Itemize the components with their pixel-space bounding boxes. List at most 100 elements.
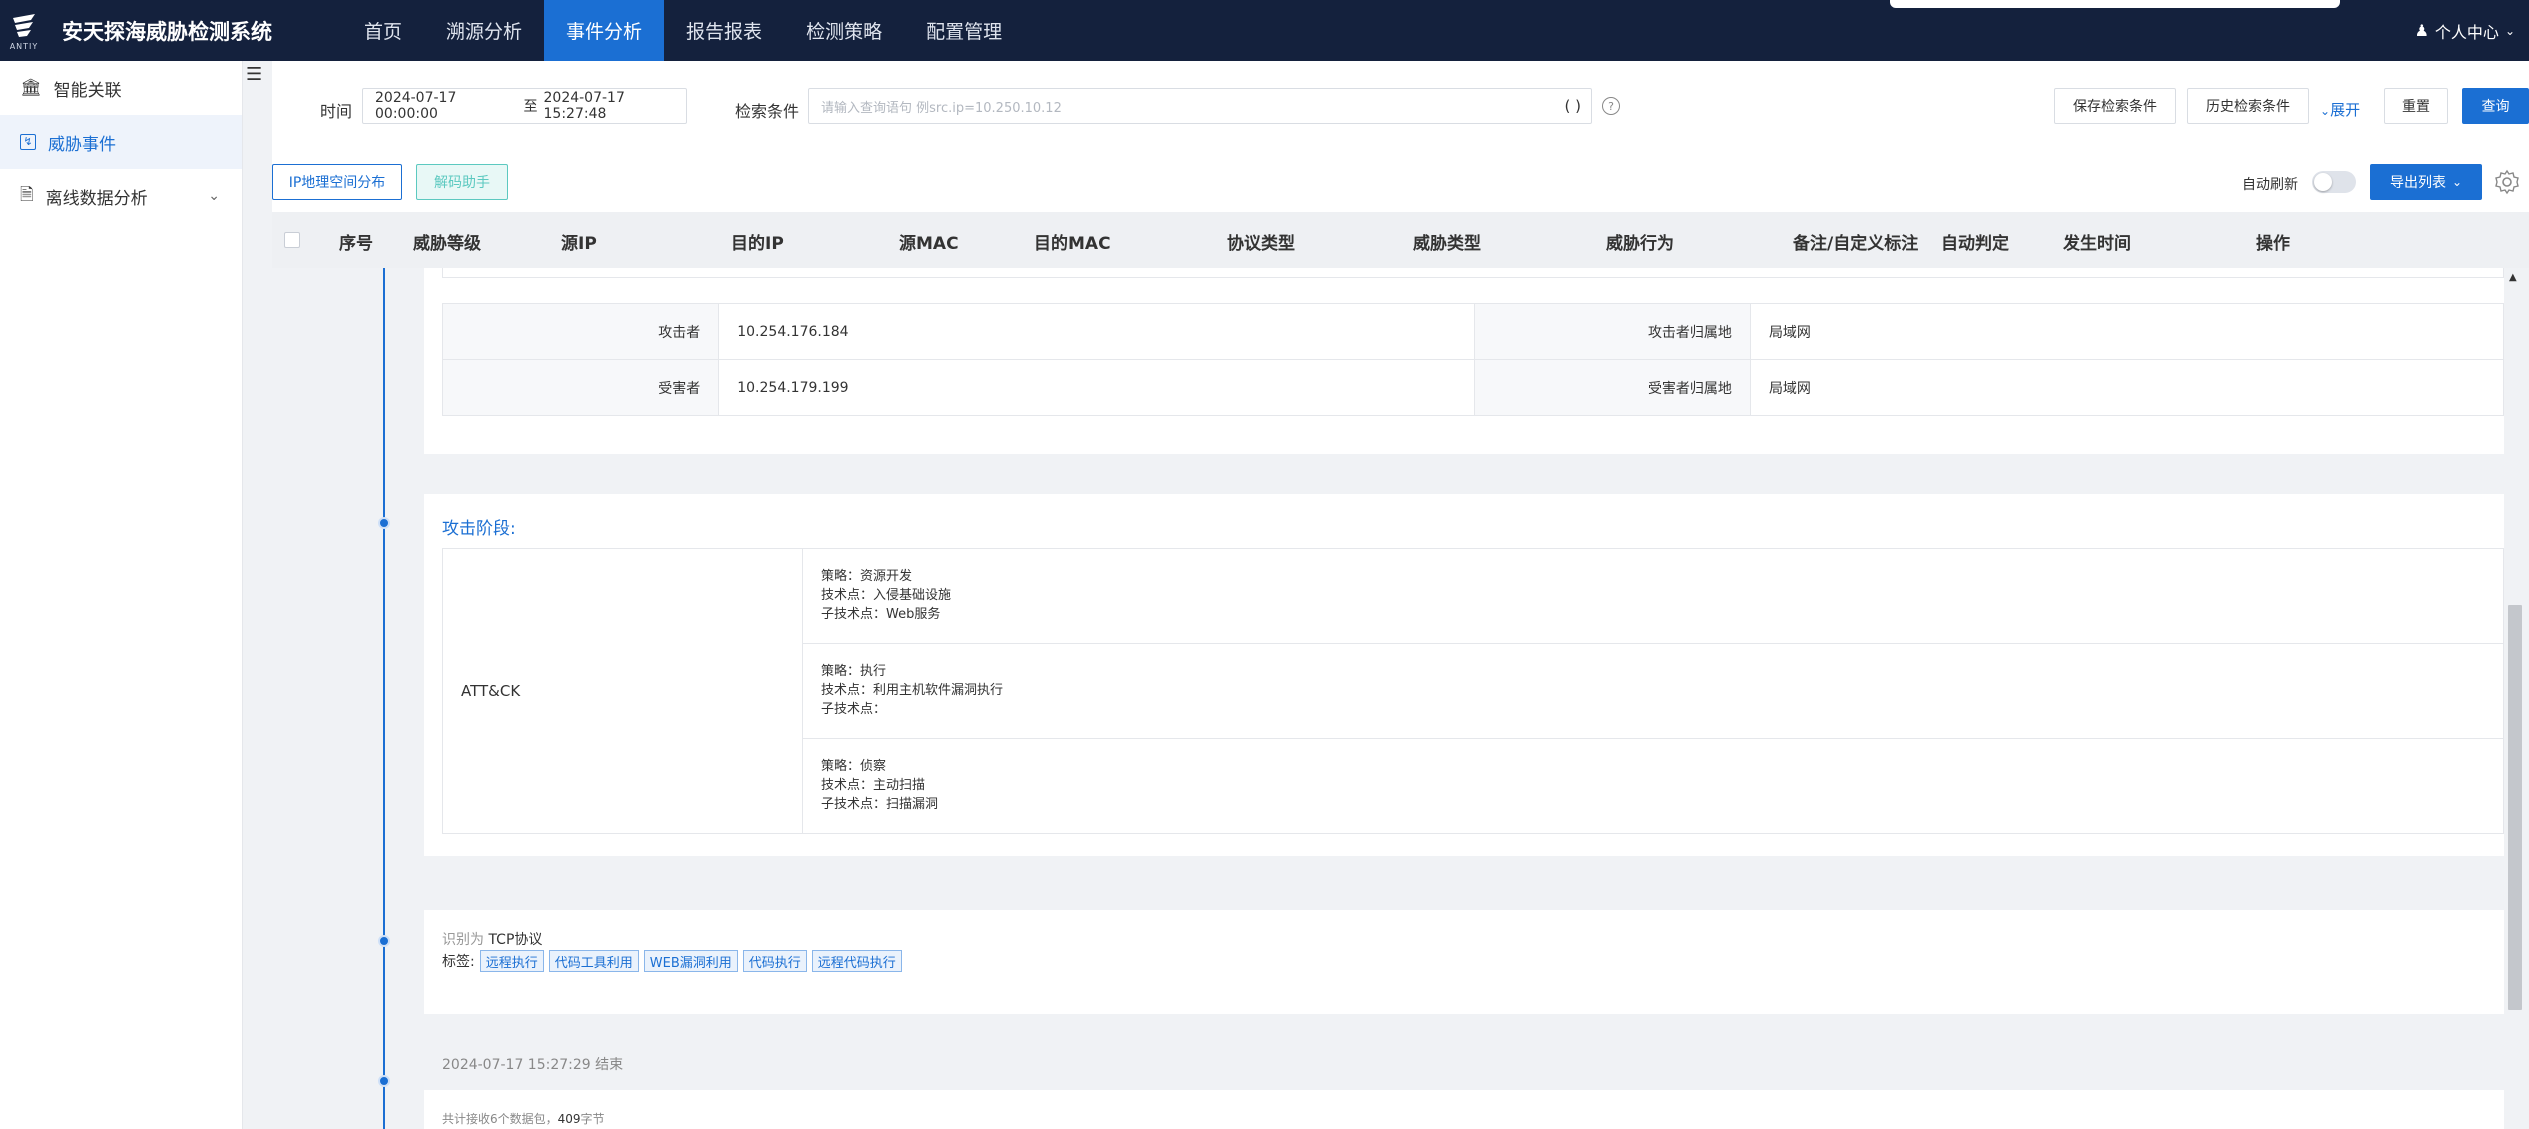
user-center-label: 个人中心 — [2434, 22, 2499, 42]
col-protocol[interactable]: 协议类型 — [1227, 229, 1295, 254]
col-threat-type[interactable]: 威胁类型 — [1413, 229, 1481, 254]
tag: 远程执行 — [479, 950, 544, 972]
table-row: 攻击者 10.254.176.184 攻击者归属地 局域网 — [441, 303, 2505, 360]
attack-stage-title: 攻击阶段: — [442, 519, 516, 539]
packet-summary: 共计接收6个数据包，409字节 — [442, 1110, 605, 1127]
timeline-dot — [378, 935, 390, 947]
scroll-up-icon[interactable]: ▲ — [2509, 272, 2517, 283]
time-range-picker[interactable]: 2024-07-17 00:00:00 至 2024-07-17 15:27:4… — [362, 88, 687, 124]
attck-subtechnique: 子技术点： — [821, 702, 887, 717]
chevron-down-icon: ⌄ — [2504, 23, 2515, 38]
attck-strategy: 策略：执行 — [821, 664, 887, 679]
attck-label: ATT&CK — [443, 549, 803, 833]
sidebar: 🏛 智能关联 ↯ 威胁事件 🗎 离线数据分析 ⌄ — [0, 61, 243, 1129]
nav-home[interactable]: 首页 — [342, 0, 424, 61]
export-label: 导出列表 — [2389, 175, 2446, 191]
chevron-down-icon: ⌄ — [2451, 175, 2463, 189]
sidebar-item-smart-correlation[interactable]: 🏛 智能关联 — [0, 61, 242, 115]
list-item: 策略：执行 技术点：利用主机软件漏洞执行 子技术点： — [803, 644, 2503, 739]
condition-input[interactable]: 请输入查询语句 例src.ip=10.250.10.12 ( ) — [808, 88, 1592, 124]
logo-text: ANTIY — [9, 42, 39, 51]
attck-subtechnique: 子技术点：扫描漏洞 — [821, 797, 939, 812]
timeline-dot — [378, 1075, 390, 1087]
expand-link[interactable]: ⌄展开 — [2320, 99, 2360, 120]
history-condition-button[interactable]: 历史检索条件 — [2187, 88, 2309, 124]
search-bar: 时间 2024-07-17 00:00:00 至 2024-07-17 15:2… — [272, 61, 2529, 156]
timeline-line — [383, 268, 385, 1129]
gear-icon[interactable] — [2494, 169, 2520, 195]
top-search-box[interactable] — [1890, 0, 2340, 8]
attck-technique: 技术点：利用主机软件漏洞执行 — [821, 683, 1004, 698]
nav-trace-analysis[interactable]: 溯源分析 — [424, 0, 544, 61]
end-time: 2024-07-17 15:27:29 结束 — [442, 1057, 624, 1073]
top-bar: ANTIY 安天探海威胁检测系统 首页 溯源分析 事件分析 报告报表 检测策略 … — [0, 0, 2529, 61]
col-dst-ip[interactable]: 目的IP — [731, 229, 784, 254]
tag: 代码执行 — [742, 950, 807, 972]
bolt-icon: ↯ — [20, 134, 36, 150]
menu-toggle-icon[interactable]: ☰ — [246, 64, 262, 85]
col-auto-judge[interactable]: 自动判定 — [1941, 229, 2009, 254]
col-index[interactable]: 序号 — [339, 229, 373, 254]
condition-placeholder: 请输入查询语句 例src.ip=10.250.10.12 — [821, 100, 1062, 116]
query-button[interactable]: 查询 — [2462, 88, 2529, 124]
sidebar-item-threat-events[interactable]: ↯ 威胁事件 — [0, 115, 242, 169]
attacker-ip: 10.254.176.184 — [718, 303, 1475, 360]
attck-table: ATT&CK 策略：资源开发 技术点：入侵基础设施 子技术点：Web服务 策略：… — [442, 548, 2504, 834]
auto-refresh-toggle[interactable] — [2312, 171, 2356, 193]
paren-button[interactable]: ( ) — [1565, 97, 1581, 115]
toolbar: IP地理空间分布 解码助手 自动刷新 导出列表 ⌄ — [272, 156, 2529, 212]
user-center-menu[interactable]: ♟ 个人中心 ⌄ — [2415, 0, 2515, 61]
export-list-button[interactable]: 导出列表 ⌄ — [2370, 164, 2482, 200]
sidebar-item-label: 离线数据分析 — [45, 188, 148, 209]
victim-location: 局域网 — [1749, 359, 2505, 416]
app-title: 安天探海威胁检测系统 — [62, 19, 272, 44]
reset-button[interactable]: 重置 — [2384, 88, 2448, 124]
scrollbar-thumb[interactable] — [2508, 605, 2522, 1010]
tag: WEB漏洞利用 — [643, 950, 738, 972]
protocol-prefix: 识别为 — [442, 932, 484, 948]
user-icon: ♟ — [2414, 21, 2429, 40]
select-all-checkbox[interactable] — [284, 232, 300, 248]
main-nav: 首页 溯源分析 事件分析 报告报表 检测策略 配置管理 — [342, 0, 1024, 61]
ip-geo-button[interactable]: IP地理空间分布 — [272, 164, 402, 200]
attacker-location: 局域网 — [1749, 303, 2505, 360]
expand-label: 展开 — [2330, 101, 2361, 119]
col-src-mac[interactable]: 源MAC — [899, 229, 959, 254]
attck-subtechnique: 子技术点：Web服务 — [821, 607, 941, 622]
attacker-key: 攻击者 — [441, 303, 720, 360]
sidebar-item-offline-analysis[interactable]: 🗎 离线数据分析 ⌄ — [0, 169, 242, 223]
protocol-line: 识别为 TCP协议 — [442, 929, 542, 949]
col-dst-mac[interactable]: 目的MAC — [1034, 229, 1111, 254]
summary-suffix: 字节 — [580, 1112, 605, 1126]
nav-detection-policy[interactable]: 检测策略 — [784, 0, 904, 61]
victim-key: 受害者 — [441, 359, 720, 416]
attck-strategy: 策略：侦察 — [821, 759, 887, 774]
save-condition-button[interactable]: 保存检索条件 — [2054, 88, 2176, 124]
victim-location-key: 受害者归属地 — [1473, 359, 1751, 416]
sidebar-item-label: 威胁事件 — [48, 134, 116, 155]
time-end: 2024-07-17 15:27:48 — [543, 90, 625, 122]
auto-refresh-label: 自动刷新 — [2242, 177, 2298, 193]
col-actions[interactable]: 操作 — [2256, 229, 2290, 254]
nav-event-analysis[interactable]: 事件分析 — [544, 0, 665, 61]
help-icon[interactable]: ? — [1602, 97, 1620, 115]
event-detail: 攻击者 10.254.176.184 攻击者归属地 局域网 受害者 10.254… — [272, 268, 2529, 1129]
condition-label: 检索条件 — [735, 102, 800, 121]
col-time[interactable]: 发生时间 — [2063, 229, 2131, 254]
list-item: 策略：资源开发 技术点：入侵基础设施 子技术点：Web服务 — [803, 549, 2503, 644]
table-row: 受害者 10.254.179.199 受害者归属地 局域网 — [441, 359, 2505, 416]
timeline-dot — [378, 517, 390, 529]
chevron-down-icon: ⌄ — [2320, 104, 2331, 118]
col-threat-behavior[interactable]: 威胁行为 — [1606, 229, 1674, 254]
decode-helper-button[interactable]: 解码助手 — [416, 164, 508, 200]
nav-reports[interactable]: 报告报表 — [664, 0, 784, 61]
time-label: 时间 — [320, 102, 353, 121]
tag: 代码工具利用 — [548, 950, 639, 972]
col-remark[interactable]: 备注/自定义标注 — [1793, 229, 1918, 254]
detail-card-summary — [424, 1090, 2504, 1129]
col-threat-level[interactable]: 威胁等级 — [413, 229, 481, 254]
nav-config[interactable]: 配置管理 — [904, 0, 1024, 61]
col-src-ip[interactable]: 源IP — [561, 229, 597, 254]
toggle-knob — [2314, 173, 2332, 191]
tags-label: 标签: — [442, 954, 475, 970]
